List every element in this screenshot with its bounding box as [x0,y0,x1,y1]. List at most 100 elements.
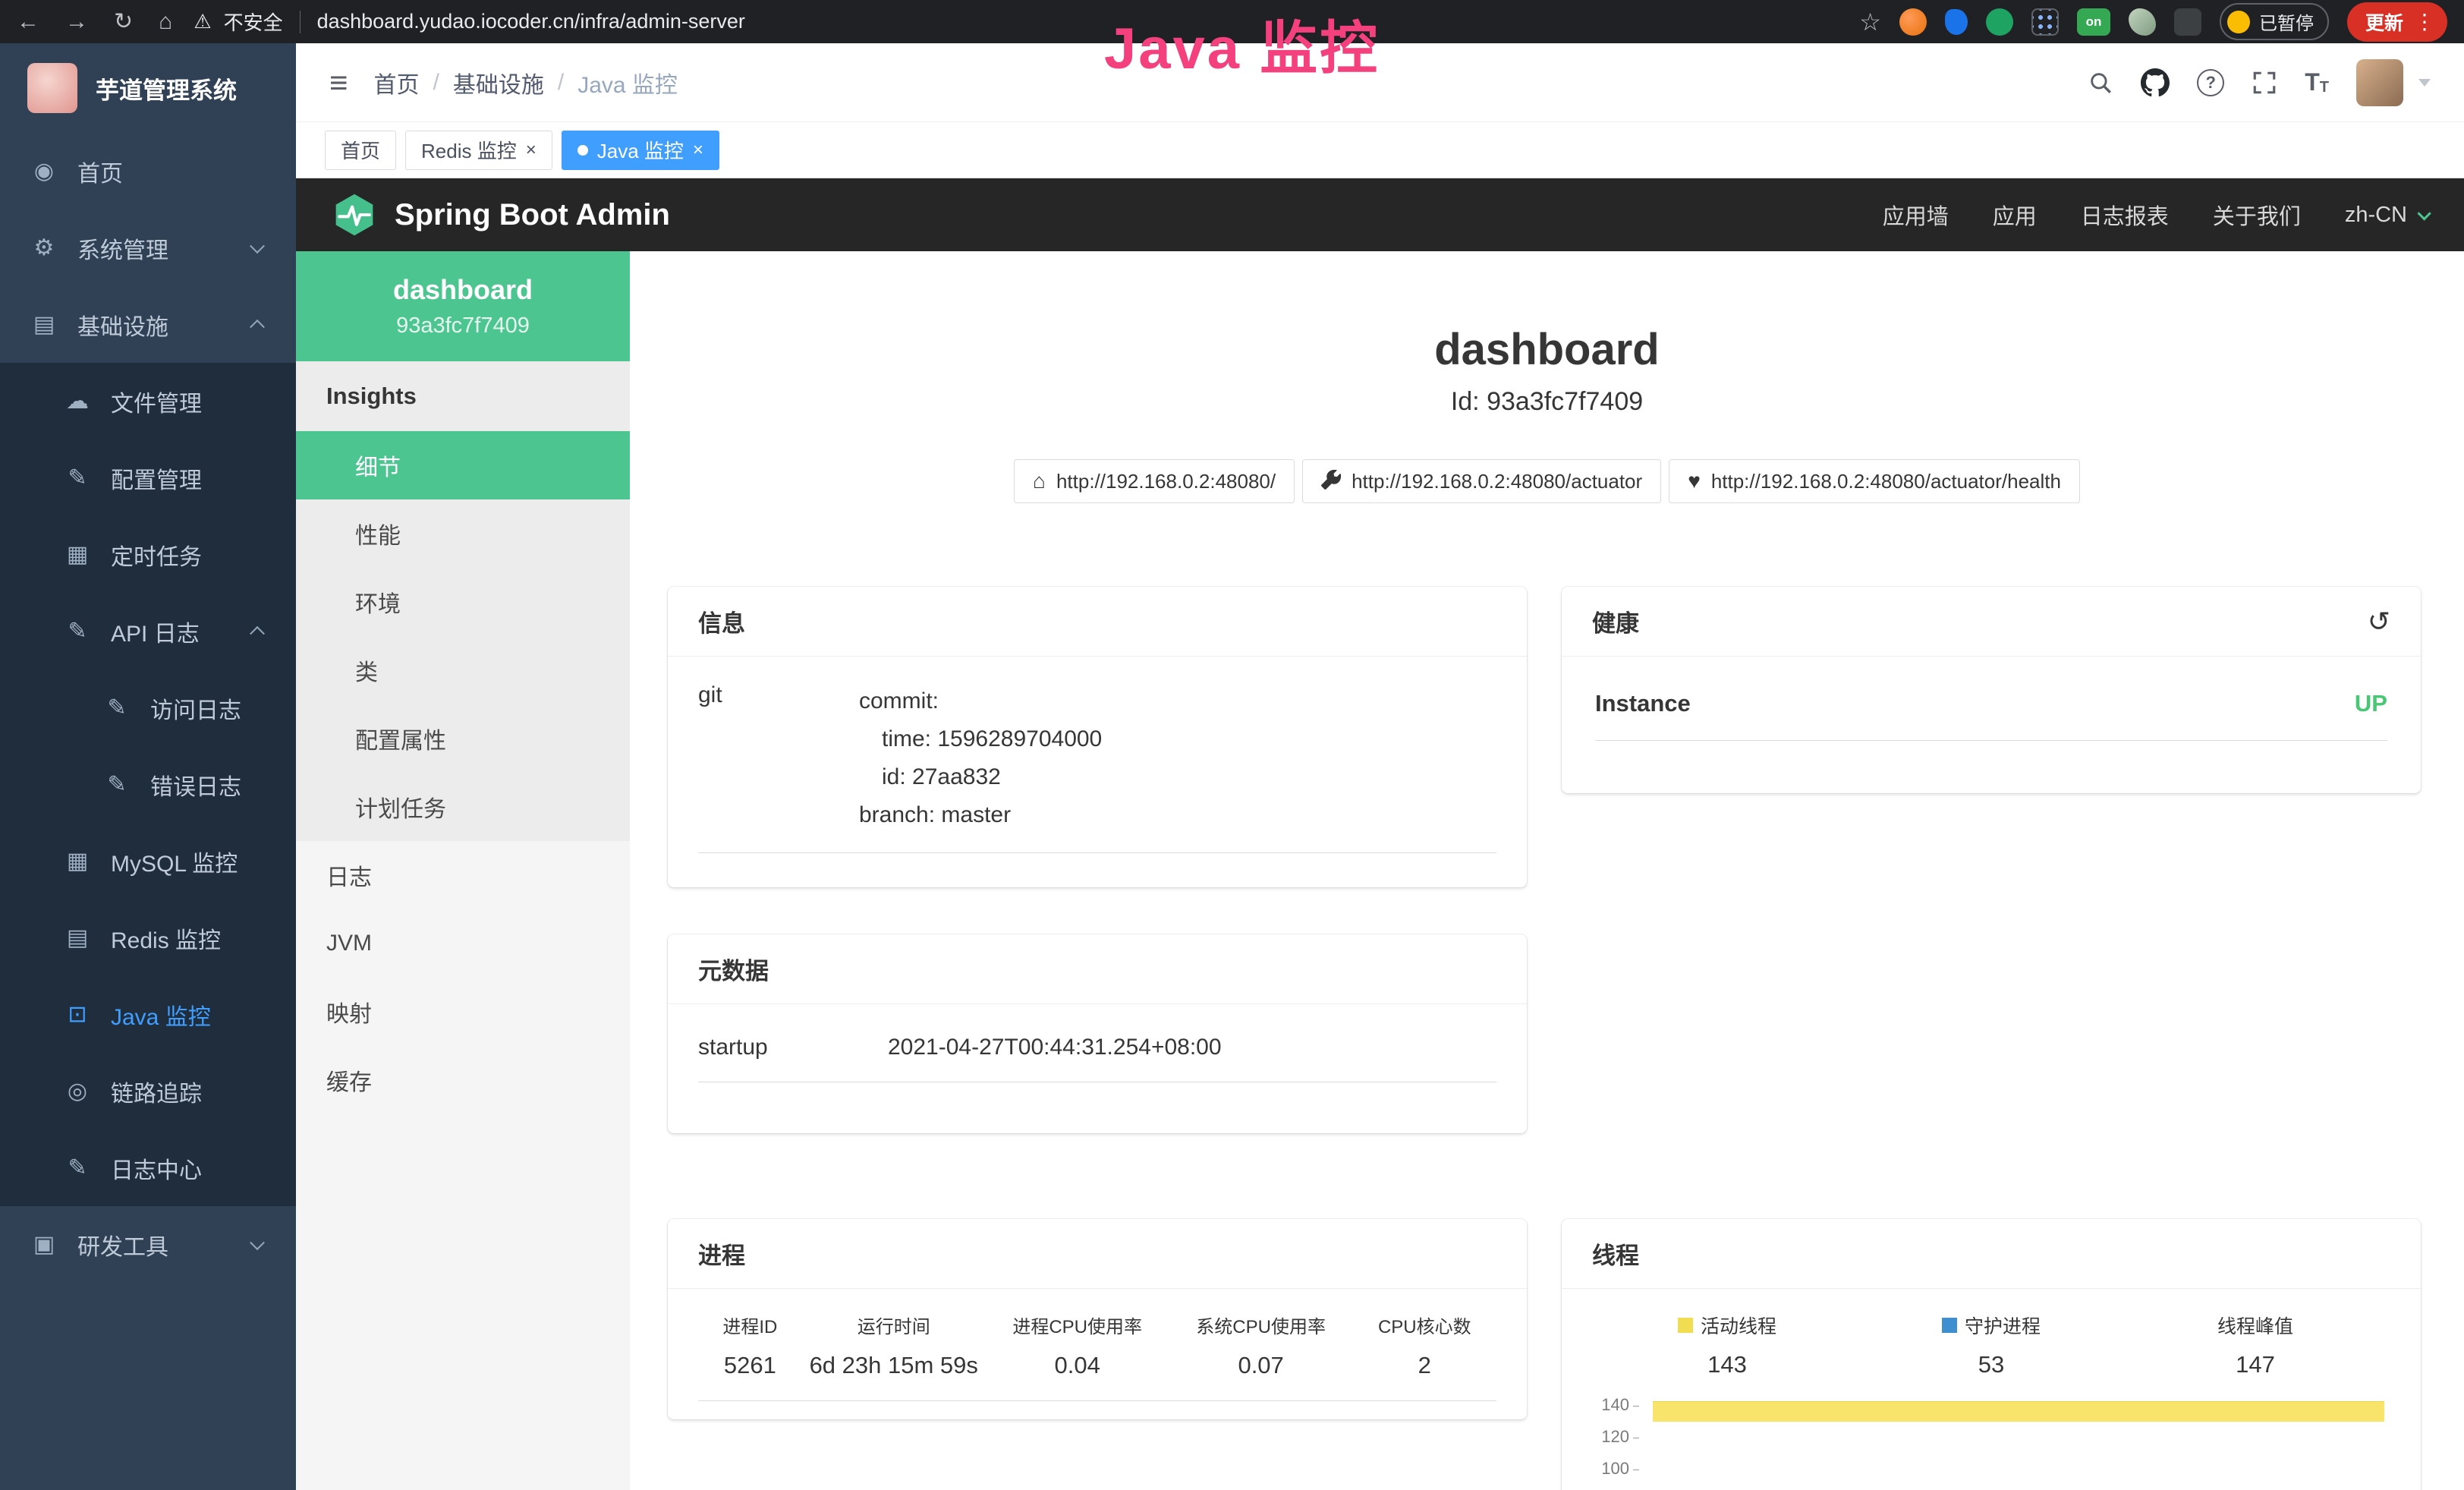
sba-menu-mappings[interactable]: 映射 [296,978,630,1046]
app-main: ≡ 首页 / 基础设施 / Java 监控 ? T T [296,43,2464,1490]
sidebar-item-log-center[interactable]: ✎ 日志中心 [0,1129,296,1206]
threads-card-header: 线程 [1562,1219,2421,1289]
tab-redis-monitor[interactable]: Redis 监控 × [405,131,552,170]
log-icon: ✎ [102,695,132,721]
sba-instance-name: dashboard [311,274,615,306]
actuator-url-button[interactable]: http://192.168.0.2:48080/actuator [1302,459,1661,503]
close-icon[interactable]: × [526,141,537,159]
paused-badge-label: 已暂停 [2259,8,2314,35]
hamburger-icon[interactable]: ≡ [329,67,348,99]
sba-language-value: zh-CN [2345,203,2407,228]
sba-menu-environment[interactable]: 环境 [296,568,630,636]
sidebar-item-redis-monitor[interactable]: ▤ Redis 监控 [0,899,296,976]
sidebar-item-java-monitor[interactable]: ⊡ Java 监控 [0,976,296,1053]
process-header: 系统CPU使用率 [1169,1312,1353,1338]
sidebar-item-access-logs[interactable]: ✎ 访问日志 [0,669,296,746]
sba-body: dashboard 93a3fc7f7409 Insights 细节 性能 环境… [296,251,2464,1490]
health-card-title: 健康 [1592,604,1639,638]
breadcrumb-infrastructure[interactable]: 基础设施 [453,66,544,99]
sidebar-item-label: 日志中心 [111,1151,202,1185]
sidebar-item-infrastructure[interactable]: ▤ 基础设施 [0,286,296,363]
help-icon[interactable]: ? [2197,69,2224,96]
sidebar-item-mysql-monitor[interactable]: ▦ MySQL 监控 [0,823,296,899]
sba-menu-caches[interactable]: 缓存 [296,1046,630,1114]
home-icon: ⌂ [1033,471,1046,492]
gear-icon: ⚙ [29,235,59,261]
tab-java-monitor[interactable]: Java 监控 × [562,131,719,170]
sba-menu-details[interactable]: 细节 [296,431,630,499]
url-divider [300,11,301,33]
user-avatar[interactable] [2356,59,2403,106]
history-icon[interactable]: ↺ [2368,608,2390,635]
sidebar-item-file-management[interactable]: ☁ 文件管理 [0,363,296,439]
sba-sidebar: dashboard 93a3fc7f7409 Insights 细节 性能 环境… [296,251,630,1490]
browser-extension-icon[interactable] [1986,8,2013,36]
sidebar-item-label: 基础设施 [77,308,168,342]
url-text[interactable]: dashboard.yudao.iocoder.cn/infra/admin-s… [317,10,745,33]
sba-brand-label: Spring Boot Admin [395,198,670,232]
sba-menu-jvm[interactable]: JVM [296,909,630,978]
process-value: 5261 [698,1352,802,1379]
legend-daemon-threads: 守护进程 53 [1859,1312,2123,1378]
instance-id-line: Id: 93a3fc7f7409 [630,387,2464,417]
sidebar-item-api-logs[interactable]: ✎ API 日志 [0,593,296,669]
extensions-puzzle-icon[interactable] [2174,8,2201,36]
back-icon[interactable]: ← [17,11,39,33]
browser-home-icon[interactable]: ⌂ [159,11,172,33]
avatar-caret-icon[interactable] [2418,79,2431,87]
sba-menu-scheduled-tasks[interactable]: 计划任务 [296,773,630,841]
info-row-git: git commit: time: 1596289704000 id: 27aa… [698,682,1496,853]
sidebar-item-dev-tools[interactable]: ▣ 研发工具 [0,1206,296,1283]
sidebar-item-system-management[interactable]: ⚙ 系统管理 [0,209,296,286]
browser-extension-icon[interactable] [1899,8,1927,36]
profile-paused-badge[interactable]: 已暂停 [2220,3,2329,40]
sba-menu-performance[interactable]: 性能 [296,499,630,568]
tab-home[interactable]: 首页 [325,131,396,170]
sba-menu-logs[interactable]: 日志 [296,841,630,909]
text-size-icon[interactable]: T T [2305,68,2329,96]
legend-color-swatch [1942,1318,1957,1333]
sidebar-item-error-logs[interactable]: ✎ 错误日志 [0,746,296,823]
sidebar-item-scheduled-tasks[interactable]: ▦ 定时任务 [0,516,296,593]
breadcrumb-home[interactable]: 首页 [374,66,420,99]
browser-extension-icon[interactable] [2031,8,2059,36]
sba-nav-applications[interactable]: 应用 [1993,199,2037,231]
browser-toolbar-right: ☆ on 已暂停 更新 ⋮ [1859,2,2447,42]
browser-extension-icon[interactable] [2129,8,2156,36]
sba-language-select[interactable]: zh-CN [2345,203,2428,228]
sidebar-item-config-management[interactable]: ✎ 配置管理 [0,439,296,516]
metadata-key: startup [698,1035,888,1060]
bookmark-star-icon[interactable]: ☆ [1859,8,1881,36]
fullscreen-icon[interactable] [2252,70,2277,96]
sba-nav-wallboard[interactable]: 应用墙 [1883,199,1949,231]
reload-icon[interactable]: ↻ [114,11,133,33]
process-header: 进程CPU使用率 [986,1312,1169,1338]
not-secure-label[interactable]: 不安全 [224,8,283,36]
chevron-down-icon [250,1235,265,1250]
cards-right-column: 健康 ↺ Instance UP [1562,587,2421,1490]
sidebar-item-link-tracing[interactable]: ◎ 链路追踪 [0,1053,296,1129]
close-icon[interactable]: × [693,141,703,159]
sidebar-item-home[interactable]: ◉ 首页 [0,133,296,209]
github-icon[interactable] [2141,68,2170,97]
chrome-update-button[interactable]: 更新 ⋮ [2347,2,2447,42]
forward-icon[interactable]: → [65,11,88,33]
app-logo[interactable]: 芋道管理系统 [0,43,296,133]
browser-menu-kebab-icon[interactable]: ⋮ [2414,11,2435,33]
health-url-button[interactable]: ♥ http://192.168.0.2:48080/actuator/heal… [1669,459,2080,503]
breadcrumb-separator: / [558,70,564,96]
service-url-button[interactable]: ⌂ http://192.168.0.2:48080/ [1014,459,1295,503]
sba-brand[interactable]: Spring Boot Admin [332,193,670,237]
browser-extension-icon[interactable] [1945,9,1968,35]
sba-nav-journal[interactable]: 日志报表 [2081,199,2169,231]
sba-menu-config-props[interactable]: 配置属性 [296,704,630,773]
browser-extension-icon[interactable]: on [2077,8,2110,36]
address-bar[interactable]: ⚠ 不安全 dashboard.yudao.iocoder.cn/infra/a… [194,8,745,36]
sba-nav-about[interactable]: 关于我们 [2213,199,2301,231]
sba-instance-header[interactable]: dashboard 93a3fc7f7409 [296,251,630,361]
y-axis-tick: 120 [1595,1427,1639,1447]
sba-menu-classes[interactable]: 类 [296,636,630,704]
cards-area: 信息 git commit: time: 1596289704000 id: 2… [630,587,2464,1490]
process-header: 进程ID [698,1312,802,1338]
search-icon[interactable] [2088,70,2113,96]
